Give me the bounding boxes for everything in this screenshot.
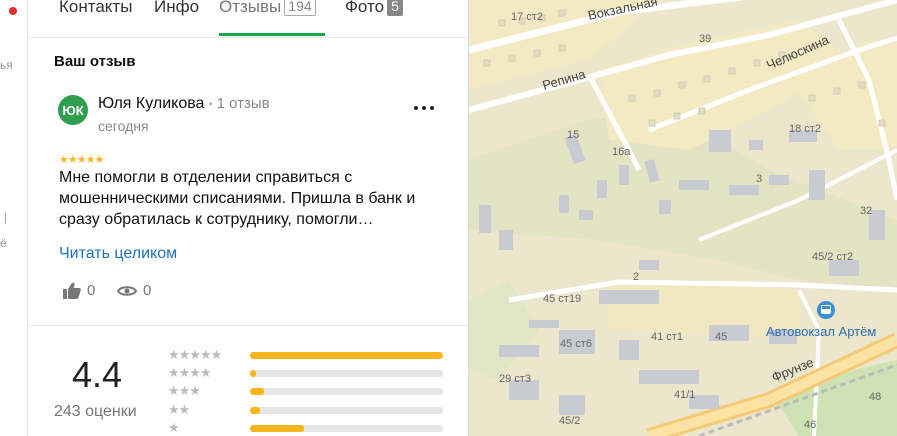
rating-row: ★★	[168, 402, 448, 418]
active-tab-indicator	[219, 33, 325, 36]
rating-row-stars: ★★★★	[168, 365, 212, 380]
notification-dot	[9, 7, 17, 15]
rating-row: ★	[168, 420, 448, 436]
rating-bar-fill	[250, 352, 443, 359]
tab-reviews[interactable]: Отзывы 194	[219, 0, 316, 17]
house-number: 3	[756, 173, 762, 185]
house-number: 45 ст6	[560, 338, 592, 350]
sidebar-divider-fragment: |	[4, 210, 8, 224]
review-author-line: Юля Куликова • 1 отзыв	[98, 95, 270, 113]
map-view[interactable]: Вокзальная Челюскина Репина Фрунзе 17 ст…	[469, 0, 897, 436]
rating-bar	[250, 425, 443, 432]
house-number: 45/2	[559, 415, 580, 427]
house-number: 45 ст19	[543, 293, 581, 305]
avatar[interactable]: ЮК	[58, 95, 88, 125]
sidebar-fragment: ё	[0, 236, 7, 250]
rating-bar-fill	[250, 388, 264, 395]
rating-bar	[250, 407, 443, 414]
house-number: 41 ст1	[651, 331, 683, 343]
rating-row-stars: ★★★	[168, 383, 201, 398]
poi-label[interactable]: Автовокзал Артём	[766, 324, 876, 339]
rating-row: ★★★★	[168, 365, 448, 381]
house-number: 41/1	[674, 389, 695, 401]
house-number: 16а	[612, 146, 631, 158]
tab-count-badge: 5	[387, 0, 403, 16]
house-number: 45	[715, 331, 727, 343]
tab-photos[interactable]: Фото 5	[345, 0, 403, 17]
house-number: 32	[860, 205, 872, 217]
rating-bar	[250, 352, 443, 359]
map-canvas: Вокзальная Челюскина Репина Фрунзе 17 ст…	[469, 0, 897, 436]
thumbs-up-icon	[63, 282, 81, 299]
section-title: Ваш отзыв	[54, 53, 136, 70]
review-date: сегодня	[98, 118, 149, 134]
left-sidebar-strip: ья | ё	[0, 0, 28, 436]
organization-panel: Контакты Инфо Отзывы 194 Фото 5 Ваш отзыв …	[28, 0, 469, 436]
views-count: 0	[143, 282, 152, 299]
rating-row-stars: ★★★★★	[168, 347, 222, 362]
tab-count-badge: 194	[284, 0, 316, 16]
rating-row: ★★★	[168, 383, 448, 399]
tab-info[interactable]: Инфо	[154, 0, 199, 17]
house-number: 2	[633, 271, 639, 283]
like-button[interactable]: 0	[63, 282, 95, 299]
tab-contacts[interactable]: Контакты	[59, 0, 132, 17]
rating-bar	[250, 370, 443, 377]
sidebar-fragment: ья	[0, 58, 13, 72]
tab-label: Отзывы	[219, 0, 282, 16]
tab-label: Фото	[345, 0, 385, 16]
bus-stop-icon[interactable]	[817, 301, 835, 319]
rating-bar	[250, 388, 443, 395]
average-rating: 4.4	[72, 354, 123, 395]
tab-label: Контакты	[59, 0, 133, 16]
more-dots-icon	[414, 106, 434, 110]
read-more-link[interactable]: Читать целиком	[59, 245, 177, 263]
review-text: Мне помогли в отделении справиться с мош…	[59, 169, 416, 228]
house-number: 18 ст2	[789, 123, 821, 135]
separator-dot: •	[208, 97, 213, 111]
rating-row: ★★★★★	[168, 347, 448, 363]
eye-icon	[117, 285, 137, 296]
house-number: 45/2 ст2	[812, 251, 853, 263]
rating-row-stars: ★★	[168, 402, 190, 417]
views-indicator: 0	[117, 282, 151, 299]
rating-bar-fill	[250, 425, 305, 432]
more-options-button[interactable]	[412, 100, 436, 118]
review-star-rating: ★★★★★	[59, 154, 104, 166]
rating-bar-fill	[250, 370, 256, 377]
tab-label: Инфо	[154, 0, 200, 16]
house-number: 39	[699, 33, 711, 45]
like-count: 0	[87, 282, 96, 299]
tab-bar: Контакты Инфо Отзывы 194 Фото 5	[28, 0, 468, 38]
rating-bar-fill	[250, 407, 260, 414]
house-number: 29 ст3	[499, 373, 531, 385]
divider	[28, 325, 468, 326]
house-number: 46	[804, 419, 816, 431]
rating-row-stars: ★	[168, 420, 180, 435]
house-number: 48	[869, 391, 881, 403]
author-review-count: 1 отзыв	[216, 95, 270, 112]
house-number: 15	[567, 129, 579, 141]
rating-count: 243 оценки	[54, 403, 137, 420]
author-name[interactable]: Юля Куликова	[98, 95, 204, 112]
house-number: 17 ст2	[511, 11, 543, 23]
